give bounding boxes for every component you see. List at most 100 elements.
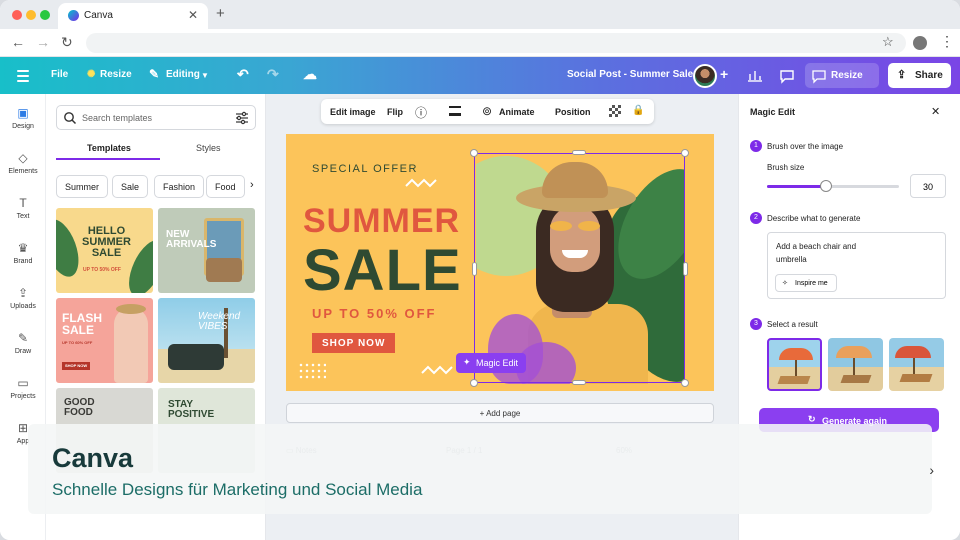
sparkle-icon: ✧ — [782, 280, 788, 287]
result-option-2[interactable] — [828, 338, 883, 391]
bookmark-star-icon[interactable]: ☆ — [882, 34, 894, 50]
chevron-right-icon[interactable]: › — [250, 179, 254, 191]
position-button[interactable]: Position — [555, 107, 591, 117]
discount-text[interactable]: UP TO 50% OFF — [312, 306, 437, 321]
border-style-icon[interactable] — [449, 106, 461, 116]
rail-item-label: Elements — [8, 168, 38, 175]
close-window-dot[interactable] — [12, 10, 22, 20]
canva-favicon-icon — [68, 10, 79, 21]
brush-size-input[interactable]: 30 — [910, 174, 946, 198]
profile-icon[interactable] — [913, 36, 927, 50]
file-menu[interactable]: File — [51, 69, 68, 80]
cloud-save-icon[interactable]: ☁ — [303, 66, 317, 83]
result-option-3[interactable] — [889, 338, 944, 391]
result-option-1[interactable] — [767, 338, 822, 391]
tab-styles[interactable]: Styles — [196, 143, 221, 153]
animate-icon: ⊚ — [482, 104, 493, 118]
resize-handle-top-left[interactable] — [470, 149, 478, 157]
minimize-window-dot[interactable] — [26, 10, 36, 20]
rail-item-draw[interactable]: ✎ Draw — [0, 331, 46, 355]
analytics-button[interactable] — [743, 63, 767, 88]
edit-image-button[interactable]: Edit image — [330, 107, 376, 117]
resize-button[interactable]: Resize — [100, 69, 132, 80]
prompt-textarea[interactable]: Add a beach chair and umbrella ✧ Inspire… — [767, 232, 946, 299]
close-tab-icon[interactable]: ✕ — [188, 8, 198, 22]
close-panel-icon[interactable]: ✕ — [931, 105, 940, 118]
menu-icon[interactable] — [17, 70, 29, 85]
browser-menu-icon[interactable]: ⋮ — [940, 33, 954, 50]
caption-overlay: Canva Schnelle Designs für Marketing und… — [28, 424, 934, 514]
reload-icon[interactable]: ↻ — [61, 34, 73, 51]
resize-handle-bottom-right[interactable] — [681, 379, 689, 387]
magic-wand-icon: ✦ — [463, 357, 471, 367]
filter-sliders-icon[interactable] — [235, 111, 249, 125]
info-icon[interactable]: ⓘ — [415, 104, 427, 121]
sale-headline[interactable]: SALE — [303, 237, 462, 304]
new-tab-icon[interactable]: + — [216, 5, 225, 22]
resize-handle-top[interactable] — [572, 150, 586, 155]
tab-templates[interactable]: Templates — [87, 143, 131, 153]
resize-handle-top-right[interactable] — [681, 149, 689, 157]
resize-handle-right[interactable] — [683, 262, 688, 276]
chip-fashion[interactable]: Fashion — [154, 175, 205, 198]
template-thumb-flash-sale[interactable]: FLASH SALE UP TO 60% OFF SHOP NOW — [56, 298, 153, 383]
transparency-icon[interactable] — [609, 105, 621, 117]
overlay-subtitle: Schnelle Designs für Marketing und Socia… — [52, 480, 423, 499]
inspire-me-button[interactable]: ✧ Inspire me — [775, 274, 837, 292]
add-collaborator-icon[interactable]: + — [720, 66, 728, 82]
back-arrow-icon[interactable]: ← — [11, 34, 25, 50]
chevron-right-icon[interactable]: › — [929, 462, 934, 478]
browser-tab[interactable]: Canva ✕ — [58, 3, 208, 29]
editing-mode-button[interactable]: Editing — [166, 69, 200, 80]
rail-item-elements[interactable]: ◇ Elements — [0, 151, 46, 175]
brush-size-label: Brush size — [767, 163, 805, 172]
magic-edit-chip[interactable]: ✦ Magic Edit — [456, 353, 527, 373]
rail-item-design[interactable]: ▣ Design — [0, 106, 46, 130]
chevron-down-icon[interactable]: ▼ — [201, 71, 209, 80]
design-page[interactable]: SPECIAL OFFER SUMMER SALE UP TO 50% OFF … — [286, 134, 714, 391]
document-title[interactable]: Social Post - Summer Sale — [567, 69, 693, 80]
chip-sale[interactable]: Sale — [112, 175, 149, 198]
special-offer-text[interactable]: SPECIAL OFFER — [312, 163, 418, 175]
rail-item-text[interactable]: T Text — [0, 196, 46, 220]
template-thumb-weekend-vibes[interactable]: Weekend VIBES — [158, 298, 255, 383]
overlay-title: Canva — [52, 443, 134, 473]
avatar[interactable] — [693, 64, 717, 88]
forward-arrow-icon[interactable]: → — [36, 34, 50, 50]
brush-size-slider[interactable] — [767, 180, 899, 192]
search-input[interactable]: Search templates — [56, 105, 256, 130]
resize-handle-bottom[interactable] — [572, 380, 586, 385]
rail-item-brand[interactable]: ♛ Brand — [0, 241, 46, 265]
rail-item-label: Uploads — [10, 303, 36, 310]
resize-handle-left[interactable] — [472, 262, 477, 276]
flip-button[interactable]: Flip — [387, 107, 403, 117]
template-thumb-hello-summer[interactable]: HELLO SUMMER SALE UP TO 50% OFF — [56, 208, 153, 293]
resize-handle-bottom-left[interactable] — [470, 379, 478, 387]
maximize-window-dot[interactable] — [40, 10, 50, 20]
rail-item-projects[interactable]: ▭ Projects — [0, 376, 46, 400]
rail-item-uploads[interactable]: ⇪ Uploads — [0, 286, 46, 310]
chip-food[interactable]: Food — [206, 175, 245, 198]
address-bar[interactable] — [86, 33, 906, 53]
animate-button[interactable]: Animate — [499, 107, 535, 117]
thumb-subtitle: UP TO 50% OFF — [83, 267, 121, 273]
comment-button[interactable] — [775, 63, 799, 88]
summer-headline[interactable]: SUMMER — [303, 202, 460, 241]
shop-now-badge[interactable]: SHOP NOW — [312, 333, 396, 353]
chip-summer[interactable]: Summer — [56, 175, 109, 198]
inspire-me-label: Inspire me — [795, 280, 828, 287]
speech-bubble-icon — [812, 70, 826, 84]
browser-tab-bar: Canva ✕ + — [0, 0, 960, 29]
step-1-label: Brush over the image — [767, 142, 844, 151]
template-thumb-new-arrivals[interactable]: NEW ARRIVALS — [158, 208, 255, 293]
brush-size-handle[interactable] — [820, 180, 833, 192]
step-1-badge: 1 — [750, 140, 762, 152]
redo-icon[interactable]: ↷ — [267, 66, 279, 83]
share-button[interactable]: ⇪ Share — [888, 63, 951, 88]
resize-action-button[interactable]: Resize — [805, 63, 879, 88]
text-icon: T — [19, 196, 27, 210]
undo-icon[interactable]: ↶ — [237, 66, 249, 83]
lock-icon[interactable]: 🔒 — [632, 105, 644, 116]
add-page-button[interactable]: + Add page — [286, 403, 714, 423]
magic-edit-chip-label: Magic Edit — [476, 358, 519, 368]
